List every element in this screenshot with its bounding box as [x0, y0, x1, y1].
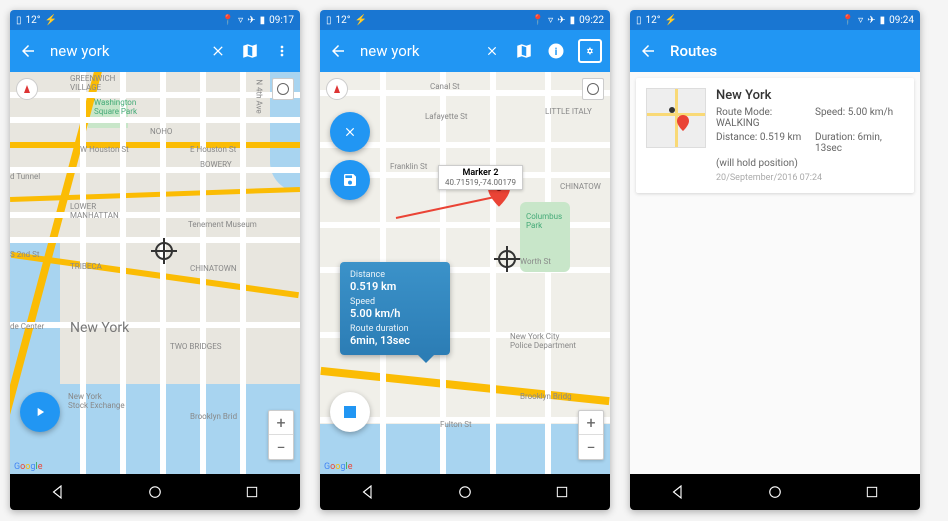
- map-label: Brooklyn Brid: [190, 412, 237, 421]
- map-label: Lafayette St: [425, 112, 468, 121]
- my-location-button[interactable]: [582, 78, 604, 100]
- map-label: Tenement Museum: [188, 220, 257, 229]
- app-bar: Routes: [630, 30, 920, 72]
- back-icon[interactable]: [18, 41, 38, 61]
- map-label: LITTLE ITALY: [545, 107, 592, 116]
- phone-screen-1: ▯12°⚡ 📍▿✈▮09:17 new york: [10, 10, 300, 510]
- close-fab[interactable]: [330, 112, 370, 152]
- map-area[interactable]: Canal St Lafayette St LITTLE ITALY Frank…: [320, 72, 610, 474]
- app-bar: new york: [10, 30, 300, 72]
- save-fab[interactable]: [330, 160, 370, 200]
- map-label: Columbus Park: [526, 212, 562, 230]
- route-line: [396, 195, 498, 219]
- nav-recent-button[interactable]: [552, 482, 572, 502]
- map-label: E Houston St: [190, 145, 236, 154]
- map-label: Brooklyn Bridg: [520, 392, 572, 401]
- nav-recent-button[interactable]: [242, 482, 262, 502]
- nav-bar: [630, 474, 920, 510]
- stop-fab[interactable]: [330, 392, 370, 432]
- map-label: Fulton St: [440, 420, 472, 429]
- google-logo: Google: [324, 462, 352, 472]
- status-bar: ▯12°⚡ 📍▿✈▮09:24: [630, 10, 920, 30]
- status-bar: ▯12°⚡ 📍▿✈▮09:17: [10, 10, 300, 30]
- marker-label: Marker 2 40.71519,-74.00179: [438, 165, 523, 190]
- map-label: BOWERY: [200, 160, 232, 169]
- route-card[interactable]: New York Route Mode: WALKING Speed: 5.00…: [636, 78, 914, 193]
- routes-list: New York Route Mode: WALKING Speed: 5.00…: [630, 72, 920, 474]
- play-fab[interactable]: [20, 392, 60, 432]
- back-icon[interactable]: [328, 41, 348, 61]
- route-thumbnail: [646, 88, 706, 148]
- google-logo: Google: [14, 462, 42, 472]
- map-label: CHINATOW: [560, 182, 601, 191]
- zoom-controls: + −: [268, 410, 294, 460]
- nav-bar: [10, 474, 300, 510]
- overflow-icon[interactable]: [272, 41, 292, 61]
- map-label: W Houston St: [80, 145, 129, 154]
- status-bar: ▯12°⚡ 📍▿✈▮09:22: [320, 10, 610, 30]
- page-title: Routes: [670, 42, 912, 60]
- map-label: New York: [70, 320, 129, 336]
- app-bar: new york i: [320, 30, 610, 72]
- zoom-out-button[interactable]: −: [269, 435, 293, 459]
- search-text[interactable]: new york: [50, 42, 196, 60]
- map-label: NOHO: [150, 127, 172, 136]
- crosshair-icon: [498, 250, 516, 268]
- search-text[interactable]: new york: [360, 42, 470, 60]
- my-location-button[interactable]: [272, 78, 294, 100]
- crosshair-icon: [155, 242, 173, 260]
- zoom-controls: + −: [578, 410, 604, 460]
- nav-back-button[interactable]: [668, 482, 688, 502]
- map-label: N 4th Ave: [255, 79, 264, 113]
- map-label: TRIBECA: [70, 262, 102, 271]
- map-label: Canal St: [430, 82, 460, 91]
- route-info: New York Route Mode: WALKING Speed: 5.00…: [716, 88, 904, 183]
- map-label: Franklin St: [390, 162, 427, 171]
- map-icon[interactable]: [240, 41, 260, 61]
- nav-bar: [320, 474, 610, 510]
- map-label: de Center: [10, 322, 44, 331]
- compass-icon[interactable]: [16, 78, 38, 100]
- route-timestamp: 20/September/2016 07:24: [716, 173, 904, 183]
- map-label: CHINATOWN: [190, 264, 237, 273]
- nav-home-button[interactable]: [455, 482, 475, 502]
- zoom-in-button[interactable]: +: [269, 411, 293, 435]
- nav-recent-button[interactable]: [862, 482, 882, 502]
- phone-screen-2: ▯12°⚡ 📍▿✈▮09:22 new york i: [320, 10, 610, 510]
- nav-back-button[interactable]: [48, 482, 68, 502]
- zoom-in-button[interactable]: +: [579, 411, 603, 435]
- map-label: Washington Square Park: [94, 98, 137, 116]
- nav-home-button[interactable]: [765, 482, 785, 502]
- phone-screen-3: ▯12°⚡ 📍▿✈▮09:24 Routes New York Route Mo…: [630, 10, 920, 510]
- nav-back-button[interactable]: [358, 482, 378, 502]
- map-label: S 2nd St: [10, 250, 40, 259]
- svg-text:i: i: [555, 45, 558, 58]
- map-label: GREENWICH VILLAGE: [70, 74, 115, 92]
- map-label: Worth St: [520, 257, 551, 266]
- info-icon[interactable]: i: [546, 41, 566, 61]
- map-label: New York City Police Department: [510, 332, 576, 350]
- route-title: New York: [716, 88, 904, 103]
- back-icon[interactable]: [638, 41, 658, 61]
- compass-icon[interactable]: [326, 78, 348, 100]
- route-note: (will hold position): [716, 158, 904, 169]
- zoom-out-button[interactable]: −: [579, 435, 603, 459]
- map-label: TWO BRIDGES: [170, 342, 222, 351]
- map-label: LOWER MANHATTAN: [70, 202, 119, 220]
- clear-icon[interactable]: [208, 41, 228, 61]
- map-label: New York Stock Exchange: [68, 392, 125, 410]
- settings-icon[interactable]: [578, 39, 602, 63]
- clear-icon[interactable]: [482, 41, 502, 61]
- route-info-box: Distance 0.519 km Speed 5.00 km/h Route …: [340, 262, 450, 355]
- map-icon[interactable]: [514, 41, 534, 61]
- nav-home-button[interactable]: [145, 482, 165, 502]
- map-area[interactable]: GREENWICH VILLAGE Washington Square Park…: [10, 72, 300, 474]
- map-label: d Tunnel: [10, 172, 40, 181]
